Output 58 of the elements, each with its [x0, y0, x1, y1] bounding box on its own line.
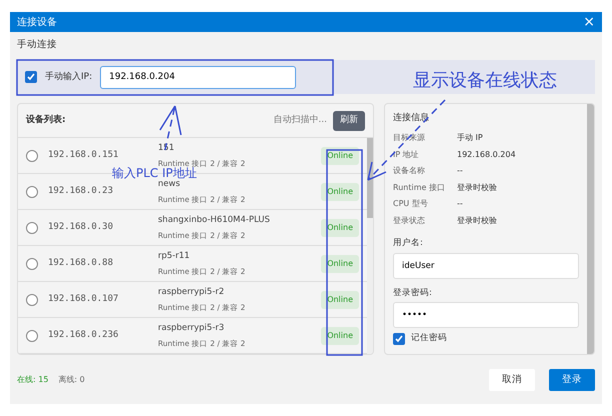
status-tag: Online	[321, 218, 359, 237]
info-value: --	[457, 198, 463, 210]
radio-button[interactable]	[26, 222, 38, 234]
info-value: 192.168.0.204	[457, 148, 516, 160]
info-label: 设备名称	[393, 165, 426, 177]
device-name: news	[158, 178, 181, 191]
cancel-button[interactable]: 取消	[489, 369, 535, 392]
ip-address: 192.168.0.23	[48, 185, 114, 198]
panel-title: 连接信息	[393, 112, 430, 126]
device-name: raspberrypi5-r3	[158, 322, 226, 335]
status-tag: Online	[321, 254, 359, 273]
username-field[interactable]: ideUser	[393, 252, 579, 278]
scan-status: 自动扫描中...	[273, 114, 327, 127]
checkbox-label: 记住密码	[411, 332, 447, 345]
info-label: Runtime 接口	[393, 182, 446, 194]
checkbox[interactable]	[25, 71, 37, 84]
scrollbar[interactable]	[367, 138, 373, 354]
info-value: 登录时校验	[457, 182, 497, 194]
radio-button[interactable]	[26, 258, 38, 270]
field-label: 登录密码:	[393, 286, 433, 300]
checkbox[interactable]	[393, 332, 405, 345]
radio-button[interactable]	[26, 294, 38, 306]
window-title: 连接设备	[17, 16, 57, 30]
device-name: raspberrypi5-r2	[158, 286, 226, 299]
annotation-arrow	[159, 105, 182, 150]
device-name: rp5-r11	[158, 250, 191, 263]
radio-button[interactable]	[26, 150, 38, 162]
device-name: shangxinbo-H610M4-PLUS	[158, 214, 271, 227]
ip-input-field[interactable]: 192.168.0.204	[100, 66, 296, 89]
status-tag: Online	[321, 326, 359, 345]
info-value: 手动 IP	[457, 132, 483, 144]
field-label: 手动输入IP:	[45, 70, 92, 84]
annotation-text: 显示设备在线状态	[413, 72, 557, 90]
info-value: --	[457, 165, 463, 177]
info-label: 目标来源	[393, 132, 426, 144]
radio-button[interactable]	[26, 330, 38, 342]
panel-title: 设备列表:	[26, 114, 66, 127]
section-heading: 手动连接	[17, 38, 58, 52]
scrollbar[interactable]	[587, 104, 594, 354]
close-button[interactable]: ×	[583, 15, 595, 29]
password-field[interactable]: •••••	[393, 302, 579, 328]
ip-address: 192.168.0.236	[48, 329, 120, 342]
info-value: 登录时校验	[457, 214, 497, 226]
radio-button[interactable]	[26, 186, 38, 198]
info-label: CPU 型号	[393, 198, 429, 210]
status-tag: Online	[321, 182, 359, 201]
field-label: 用户名:	[393, 236, 424, 250]
offline-count: 离线: 0	[58, 374, 85, 386]
login-button[interactable]: 登录	[549, 369, 595, 392]
ip-address: 192.168.0.88	[48, 257, 114, 270]
online-count: 在线: 15	[17, 374, 48, 386]
ip-address: 192.168.0.107	[48, 293, 120, 306]
info-label: 登录状态	[393, 214, 426, 226]
annotation-text: 输入PLC IP地址	[112, 167, 197, 179]
ip-address: 192.168.0.151	[48, 149, 120, 162]
status-tag: Online	[321, 290, 359, 309]
refresh-button[interactable]: 刷新	[333, 111, 365, 130]
ip-address: 192.168.0.30	[48, 221, 114, 234]
